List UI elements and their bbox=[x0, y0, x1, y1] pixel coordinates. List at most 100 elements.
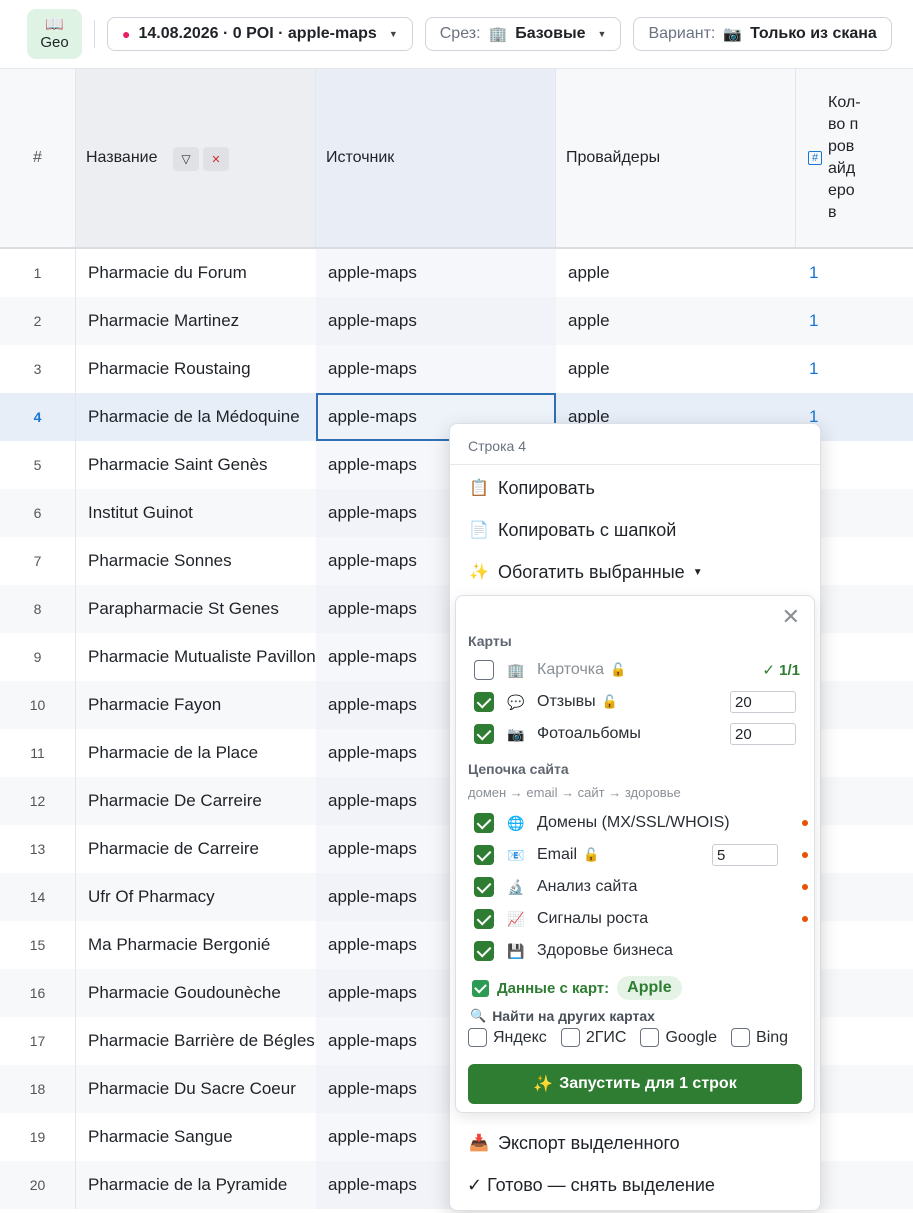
menu-item-enrich[interactable]: ✨ Обогатить выбранные ▼ bbox=[469, 557, 703, 587]
clear-filter-icon[interactable]: ✕ bbox=[203, 147, 229, 171]
row-number[interactable]: 19 bbox=[0, 1113, 76, 1161]
menu-item-copy-with-header[interactable]: 📄 Копировать с шапкой bbox=[469, 515, 676, 545]
reviews-checkbox[interactable] bbox=[474, 692, 494, 712]
header-count[interactable]: # Кол-во провайдеров bbox=[796, 69, 913, 247]
option-reviews[interactable]: 💬 Отзывы 🔓 20 bbox=[474, 689, 804, 715]
cell-name[interactable]: Pharmacie de la Place bbox=[76, 729, 316, 777]
cell-name[interactable]: Pharmacie Mutualiste Pavillon bbox=[76, 633, 316, 681]
row-number[interactable]: 7 bbox=[0, 537, 76, 585]
row-number[interactable]: 4 bbox=[0, 393, 76, 441]
row-number[interactable]: 10 bbox=[0, 681, 76, 729]
row-number[interactable]: 8 bbox=[0, 585, 76, 633]
cell-name[interactable]: Pharmacie de la Médoquine bbox=[76, 393, 316, 441]
row-number[interactable]: 15 bbox=[0, 921, 76, 969]
cell-name[interactable]: Ma Pharmacie Bergonié bbox=[76, 921, 316, 969]
cell-name[interactable]: Pharmacie Martinez bbox=[76, 297, 316, 345]
row-number[interactable]: 11 bbox=[0, 729, 76, 777]
run-enrich-button[interactable]: ✨ Запустить для 1 строк bbox=[468, 1064, 802, 1104]
cell-name[interactable]: Institut Guinot bbox=[76, 489, 316, 537]
maps-data-row[interactable]: Данные с карт: Apple bbox=[472, 976, 682, 1000]
cell-provider-count[interactable]: 1 bbox=[796, 297, 913, 345]
option-domains[interactable]: 🌐 Домены (MX/SSL/WHOIS) bbox=[474, 810, 808, 836]
option-google[interactable]: Google bbox=[640, 1028, 717, 1047]
cell-providers[interactable]: apple bbox=[556, 345, 796, 393]
cell-name[interactable]: Pharmacie Sonnes bbox=[76, 537, 316, 585]
table-row[interactable]: 2 Pharmacie Martinez apple-maps apple 1 bbox=[0, 297, 913, 345]
cell-name[interactable]: Pharmacie de la Pyramide bbox=[76, 1161, 316, 1209]
option-photos[interactable]: 📷 Фотоальбомы 20 bbox=[474, 721, 804, 747]
menu-item-export[interactable]: 📥 Экспорт выделенного bbox=[469, 1128, 680, 1158]
row-number[interactable]: 18 bbox=[0, 1065, 76, 1113]
cell-source[interactable]: apple-maps bbox=[316, 297, 556, 345]
cell-provider-count[interactable]: 1 bbox=[796, 345, 913, 393]
row-number[interactable]: 1 bbox=[0, 249, 76, 297]
cell-source[interactable]: apple-maps bbox=[316, 345, 556, 393]
geo-logo-button[interactable]: 📖 Geo bbox=[27, 9, 82, 59]
option-2gis[interactable]: 2ГИС bbox=[560, 1028, 626, 1047]
photos-checkbox[interactable] bbox=[474, 724, 494, 744]
row-number[interactable]: 20 bbox=[0, 1161, 76, 1209]
2gis-checkbox[interactable] bbox=[560, 1028, 580, 1047]
cell-source[interactable]: apple-maps bbox=[316, 249, 556, 297]
filter-icon[interactable]: ▽ bbox=[173, 147, 199, 171]
health-checkbox[interactable] bbox=[474, 941, 494, 961]
row-number[interactable]: 13 bbox=[0, 825, 76, 873]
header-num[interactable]: # bbox=[0, 69, 76, 247]
cell-name[interactable]: Ufr Of Pharmacy bbox=[76, 873, 316, 921]
row-number[interactable]: 14 bbox=[0, 873, 76, 921]
cell-providers[interactable]: apple bbox=[556, 249, 796, 297]
close-icon[interactable]: ✕ bbox=[782, 604, 800, 630]
option-bing[interactable]: Bing bbox=[731, 1028, 788, 1047]
row-number[interactable]: 6 bbox=[0, 489, 76, 537]
card-checkbox[interactable] bbox=[474, 660, 494, 680]
option-email[interactable]: 📧 Email 🔓 5 bbox=[474, 842, 808, 868]
email-count-input[interactable]: 5 bbox=[712, 844, 778, 866]
photos-count-input[interactable]: 20 bbox=[730, 723, 796, 745]
option-business-health[interactable]: 💾 Здоровье бизнеса bbox=[474, 938, 804, 964]
cell-provider-count[interactable]: 1 bbox=[796, 249, 913, 297]
email-checkbox[interactable] bbox=[474, 845, 494, 865]
row-number[interactable]: 2 bbox=[0, 297, 76, 345]
row-number[interactable]: 5 bbox=[0, 441, 76, 489]
reviews-count-input[interactable]: 20 bbox=[730, 691, 796, 713]
cell-name[interactable]: Parapharmacie St Genes bbox=[76, 585, 316, 633]
google-checkbox[interactable] bbox=[640, 1028, 660, 1047]
row-number[interactable]: 3 bbox=[0, 345, 76, 393]
maps-data-checkbox[interactable] bbox=[472, 979, 489, 997]
domains-checkbox[interactable] bbox=[474, 813, 494, 833]
row-number[interactable]: 9 bbox=[0, 633, 76, 681]
warning-dot bbox=[802, 916, 808, 922]
row-number[interactable]: 16 bbox=[0, 969, 76, 1017]
cell-name[interactable]: Pharmacie Goudounèche bbox=[76, 969, 316, 1017]
header-source[interactable]: Источник bbox=[316, 69, 556, 247]
cell-name[interactable]: Pharmacie du Forum bbox=[76, 249, 316, 297]
row-number[interactable]: 17 bbox=[0, 1017, 76, 1065]
menu-item-done[interactable]: ✓ Готово — снять выделение bbox=[467, 1170, 715, 1200]
row-number[interactable]: 12 bbox=[0, 777, 76, 825]
menu-item-copy-label: Копировать bbox=[498, 477, 595, 498]
menu-item-copy[interactable]: 📋 Копировать bbox=[469, 473, 595, 503]
option-yandex[interactable]: Яндекс bbox=[468, 1028, 547, 1047]
bing-checkbox[interactable] bbox=[731, 1028, 751, 1047]
cell-name[interactable]: Pharmacie de Carreire bbox=[76, 825, 316, 873]
cell-name[interactable]: Pharmacie Roustaing bbox=[76, 345, 316, 393]
yandex-checkbox[interactable] bbox=[468, 1028, 487, 1047]
cell-name[interactable]: Pharmacie Saint Genès bbox=[76, 441, 316, 489]
cell-name[interactable]: Pharmacie Barrière de Bégles bbox=[76, 1017, 316, 1065]
cell-name[interactable]: Pharmacie Sangue bbox=[76, 1113, 316, 1161]
header-providers[interactable]: Провайдеры bbox=[556, 69, 796, 247]
cell-name[interactable]: Pharmacie Fayon bbox=[76, 681, 316, 729]
option-site-analysis[interactable]: 🔬 Анализ сайта bbox=[474, 874, 808, 900]
cell-name[interactable]: Pharmacie Du Sacre Coeur bbox=[76, 1065, 316, 1113]
table-row[interactable]: 1 Pharmacie du Forum apple-maps apple 1 bbox=[0, 249, 913, 297]
table-row[interactable]: 3 Pharmacie Roustaing apple-maps apple 1 bbox=[0, 345, 913, 393]
growth-checkbox[interactable] bbox=[474, 909, 494, 929]
option-card[interactable]: 🏢 Карточка 🔓 ✓ 1/1 bbox=[474, 657, 804, 683]
option-growth-signals[interactable]: 📈 Сигналы роста bbox=[474, 906, 808, 932]
dataset-selector[interactable]: ● 14.08.2026 · 0 POI · apple-maps ▼ bbox=[107, 17, 413, 51]
cell-providers[interactable]: apple bbox=[556, 297, 796, 345]
slice-selector[interactable]: Срез: 🏢 Базовые ▼ bbox=[424, 17, 622, 51]
variant-selector[interactable]: Вариант: 📷 Только из скана bbox=[633, 17, 892, 51]
cell-name[interactable]: Pharmacie De Carreire bbox=[76, 777, 316, 825]
site-analysis-checkbox[interactable] bbox=[474, 877, 494, 897]
